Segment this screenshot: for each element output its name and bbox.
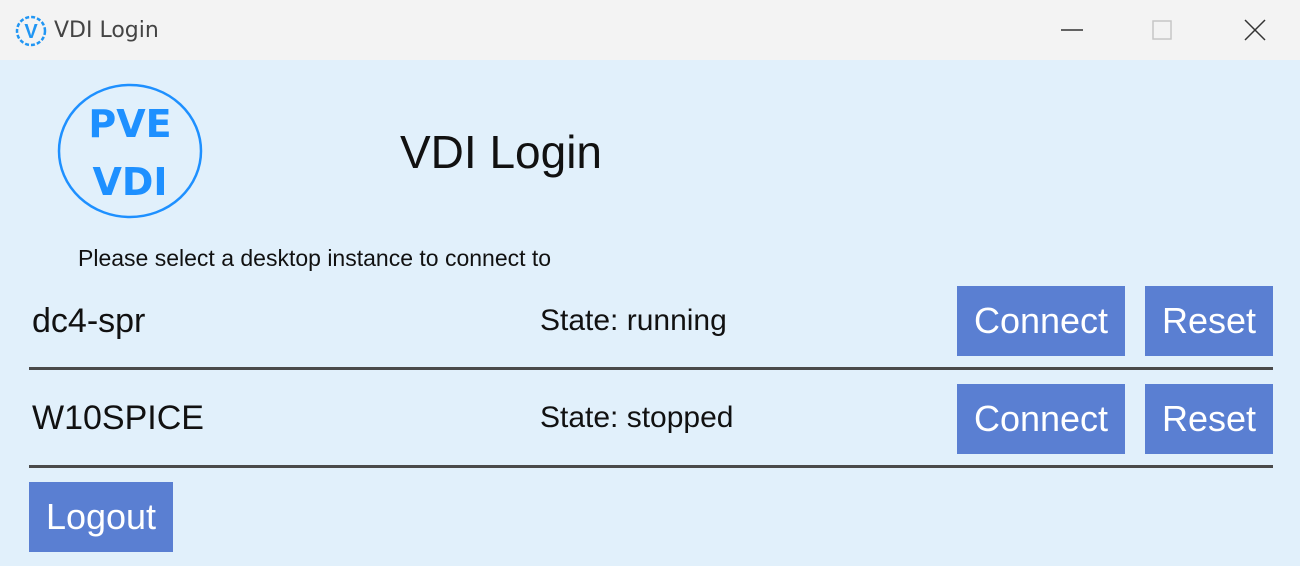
reset-button[interactable]: Reset (1145, 286, 1273, 356)
window-title: VDI Login (54, 18, 159, 43)
row-divider (29, 367, 1273, 370)
pve-vdi-logo: PVE VDI (57, 83, 203, 219)
close-button[interactable] (1210, 0, 1300, 60)
connect-button[interactable]: Connect (957, 384, 1125, 454)
logo-line-1: PVE (88, 102, 171, 146)
maximize-button[interactable] (1117, 0, 1207, 60)
close-icon (1244, 19, 1266, 41)
logo-line-2: VDI (92, 160, 167, 204)
instruction-text: Please select a desktop instance to conn… (78, 245, 552, 271)
instance-name: W10SPICE (32, 399, 204, 437)
maximize-icon (1152, 20, 1172, 40)
reset-button[interactable]: Reset (1145, 384, 1273, 454)
page-title: VDI Login (400, 126, 603, 178)
instance-name: dc4-spr (32, 302, 146, 340)
minimize-icon (1061, 29, 1083, 31)
instance-state: State: running (540, 304, 727, 337)
title-bar[interactable]: V VDI Login (0, 0, 1300, 60)
connect-button[interactable]: Connect (957, 286, 1125, 356)
app-logo-icon: V (15, 15, 47, 47)
instance-state: State: stopped (540, 401, 734, 434)
row-divider (29, 465, 1273, 468)
minimize-button[interactable] (1027, 0, 1117, 60)
logout-button[interactable]: Logout (29, 482, 173, 552)
app-icon-letter: V (24, 21, 38, 43)
main-panel: PVE VDI VDI Login Please select a deskto… (0, 60, 1300, 566)
